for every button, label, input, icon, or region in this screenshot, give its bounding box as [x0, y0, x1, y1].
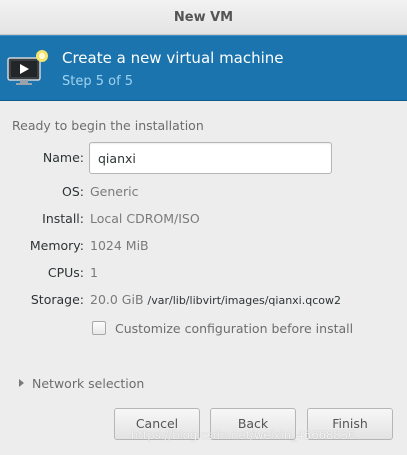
install-label: Install:: [42, 211, 84, 226]
banner-title: Create a new virtual machine: [62, 49, 284, 67]
install-value: Local CDROM/ISO: [90, 211, 200, 226]
monitor-play-icon: [7, 50, 48, 85]
memory-value: 1024 MiB: [90, 238, 149, 253]
customize-checkbox[interactable]: [92, 321, 106, 335]
os-value: Generic: [90, 184, 139, 199]
cpus-label: CPUs:: [47, 265, 84, 280]
memory-label: Memory:: [29, 238, 84, 253]
window-title: New VM: [0, 0, 407, 35]
header-banner: Create a new virtual machine Step 5 of 5: [0, 35, 407, 101]
step-indicator: Step 5 of 5: [62, 74, 134, 89]
network-selection-expander[interactable]: Network selection: [19, 375, 144, 391]
os-label: OS:: [62, 184, 84, 199]
back-button[interactable]: Back: [210, 408, 296, 440]
storage-label: Storage:: [30, 292, 84, 307]
storage-size: 20.0 GiB: [90, 292, 144, 307]
section-heading: Ready to begin the installation: [12, 118, 204, 133]
cancel-button[interactable]: Cancel: [114, 408, 200, 440]
cpus-value: 1: [90, 265, 98, 280]
customize-label[interactable]: Customize configuration before install: [115, 321, 353, 336]
finish-button[interactable]: Finish: [307, 408, 393, 440]
name-field[interactable]: [89, 142, 332, 174]
name-label: Name:: [42, 150, 84, 165]
triangle-right-icon: [19, 379, 24, 387]
storage-value: 20.0 GiB /var/lib/libvirt/images/qianxi.…: [90, 292, 341, 307]
storage-path: /var/lib/libvirt/images/qianxi.qcow2: [147, 294, 341, 307]
customize-option[interactable]: Customize configuration before install: [92, 320, 353, 336]
network-selection-label[interactable]: Network selection: [32, 376, 144, 391]
